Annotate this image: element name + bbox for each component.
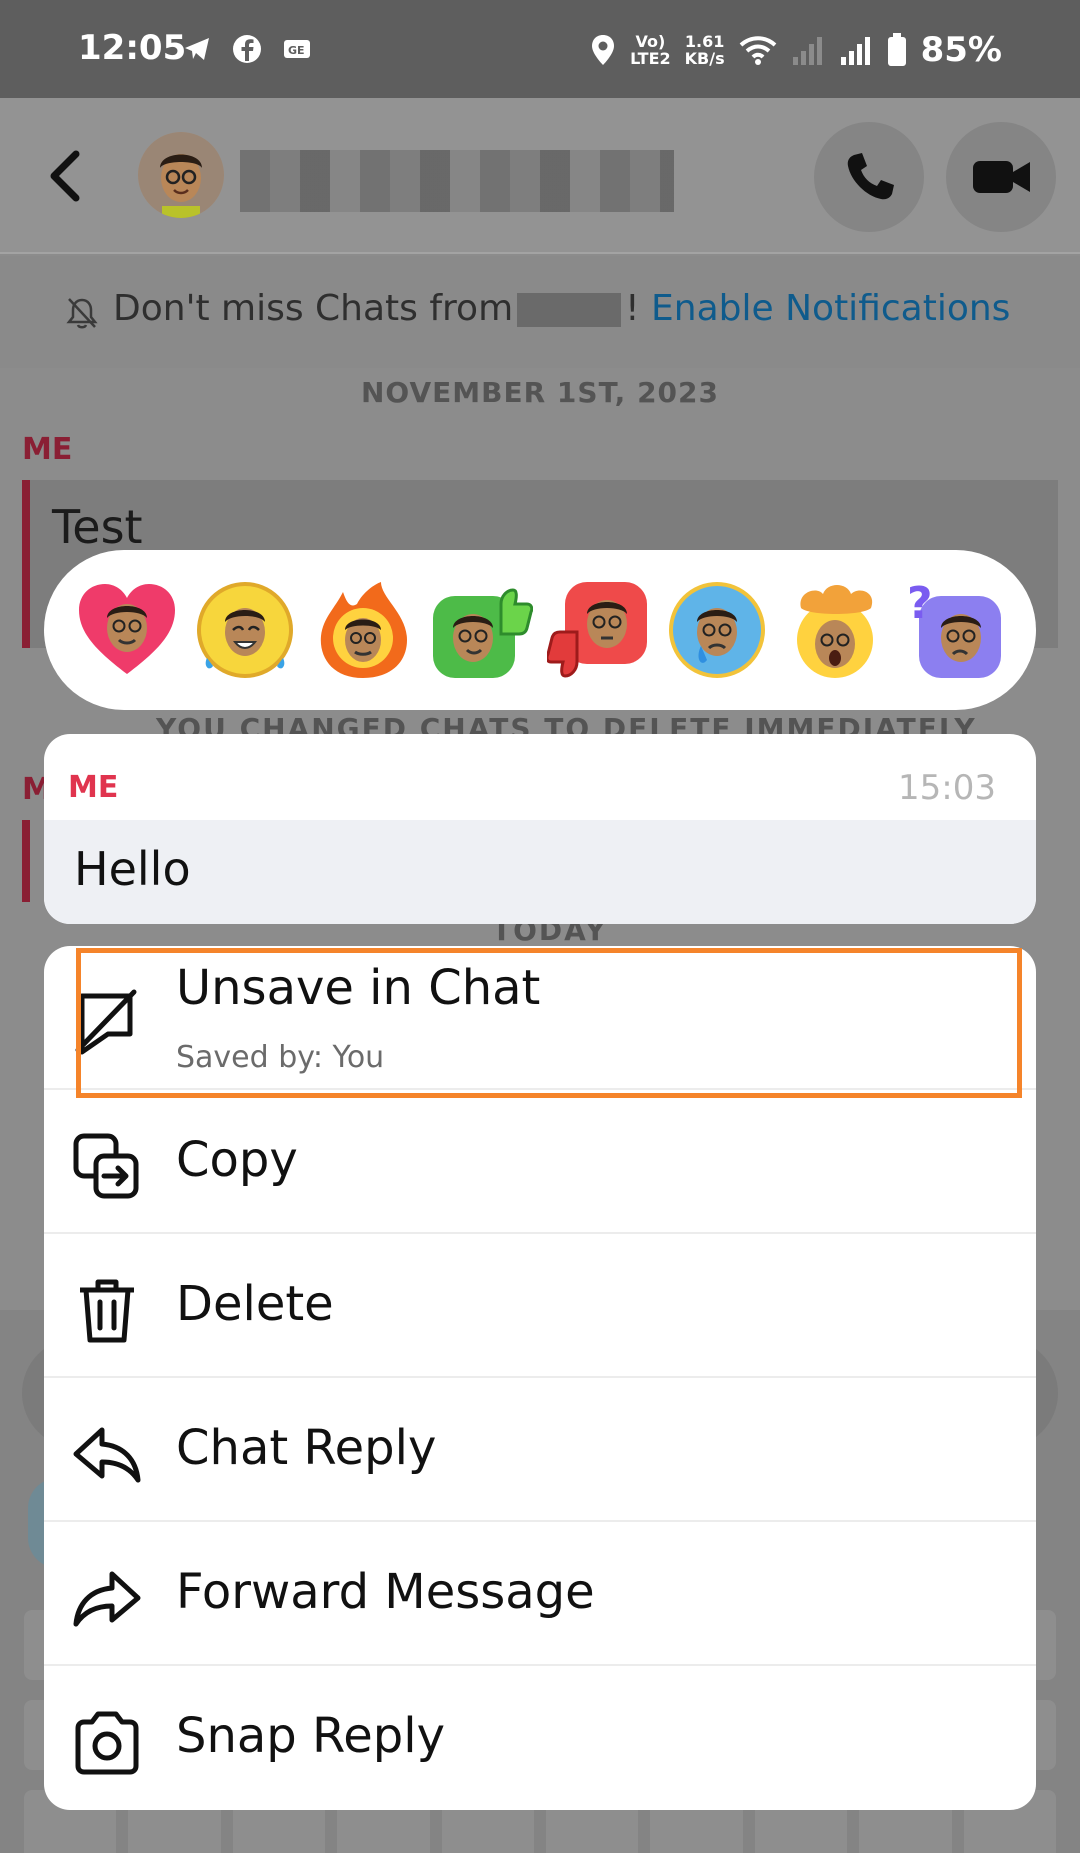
signal-icon	[840, 37, 870, 65]
camera-icon	[75, 1711, 139, 1775]
copy-label: Copy	[176, 1132, 298, 1188]
facebook-icon	[233, 35, 261, 63]
status-time: 12:05	[78, 28, 187, 68]
notification-text: Don't miss Chats from! Enable Notificati…	[113, 288, 1011, 329]
bitmoji-avatar-icon	[138, 132, 224, 218]
mind-blown-bitmoji-reaction[interactable]	[783, 578, 887, 682]
signal-weak-icon	[792, 37, 822, 65]
selected-message-card[interactable]: ME 15:03 Hello	[44, 734, 1036, 924]
status-right: Vo) LTE2 1.61 KB/s 85%	[590, 28, 1002, 72]
bell-muted-icon	[66, 298, 98, 329]
date-separator: NOVEMBER 1ST, 2023	[361, 376, 719, 409]
message-bubble: Hello	[44, 820, 1036, 924]
chat-reply-option[interactable]: Chat Reply	[44, 1378, 1036, 1522]
reply-icon	[73, 1427, 141, 1483]
unsave-label: Unsave in Chat	[176, 960, 541, 1016]
video-call-button[interactable]	[946, 122, 1056, 232]
forward-icon	[73, 1571, 141, 1627]
trash-icon	[80, 1279, 134, 1343]
video-camera-icon	[973, 161, 1030, 193]
wifi-icon	[739, 36, 776, 65]
location-icon	[592, 35, 615, 65]
copy-icon	[73, 1133, 139, 1199]
snap-reply-label: Snap Reply	[176, 1708, 445, 1764]
contact-name-redacted	[240, 150, 674, 212]
question-bitmoji-reaction[interactable]: ?	[901, 578, 1005, 682]
network-speed: 1.61 KB/s	[684, 32, 725, 68]
status-bar: 12:05 GE Vo) LTE2 1.61 KB/s 85%	[0, 0, 1080, 98]
gallery-icon: GE	[284, 40, 310, 58]
message-timestamp: 15:03	[898, 768, 996, 808]
heart-bitmoji-reaction[interactable]	[75, 578, 179, 682]
thumbs-up-bitmoji-reaction[interactable]	[429, 578, 533, 682]
unsave-in-chat-option[interactable]: Unsave in Chat Saved by: You	[44, 946, 1036, 1090]
message-text: Test	[52, 500, 143, 554]
avatar[interactable]	[138, 132, 224, 218]
battery-icon	[887, 33, 906, 66]
message-action-menu: Unsave in Chat Saved by: You Copy Delete…	[44, 946, 1036, 1810]
reaction-bar: ?	[44, 550, 1036, 710]
saved-by-label: Saved by: You	[176, 1040, 385, 1075]
contact-name-redacted	[517, 293, 622, 327]
battery-level: 85%	[920, 30, 1002, 70]
volte-indicator: Vo) LTE2	[630, 32, 671, 68]
enable-notifications-link[interactable]: Enable Notifications	[651, 288, 1010, 329]
message-text: Hello	[74, 842, 191, 896]
message-accent-bar	[22, 820, 30, 902]
back-button[interactable]	[44, 146, 88, 206]
sender-label: ME	[68, 770, 119, 805]
svg-text:GE: GE	[288, 44, 305, 57]
telegram-icon	[185, 38, 209, 60]
chat-reply-label: Chat Reply	[176, 1420, 437, 1476]
delete-option[interactable]: Delete	[44, 1234, 1036, 1378]
unsave-icon	[75, 989, 137, 1055]
delete-label: Delete	[176, 1276, 334, 1332]
laughing-tears-bitmoji-reaction[interactable]	[193, 578, 297, 682]
chat-header	[0, 98, 1080, 254]
forward-label: Forward Message	[176, 1564, 595, 1620]
svg-text:?: ?	[907, 578, 933, 629]
copy-option[interactable]: Copy	[44, 1090, 1036, 1234]
thumbs-down-bitmoji-reaction[interactable]	[547, 578, 651, 682]
phone-icon	[847, 153, 894, 200]
voice-call-button[interactable]	[814, 122, 924, 232]
forward-message-option[interactable]: Forward Message	[44, 1522, 1036, 1666]
notification-banner: Don't miss Chats from! Enable Notificati…	[0, 256, 1080, 368]
fire-bitmoji-reaction[interactable]	[311, 578, 415, 682]
sender-label: ME	[22, 432, 73, 467]
crying-bitmoji-reaction[interactable]	[665, 578, 769, 682]
snap-reply-option[interactable]: Snap Reply	[44, 1666, 1036, 1810]
